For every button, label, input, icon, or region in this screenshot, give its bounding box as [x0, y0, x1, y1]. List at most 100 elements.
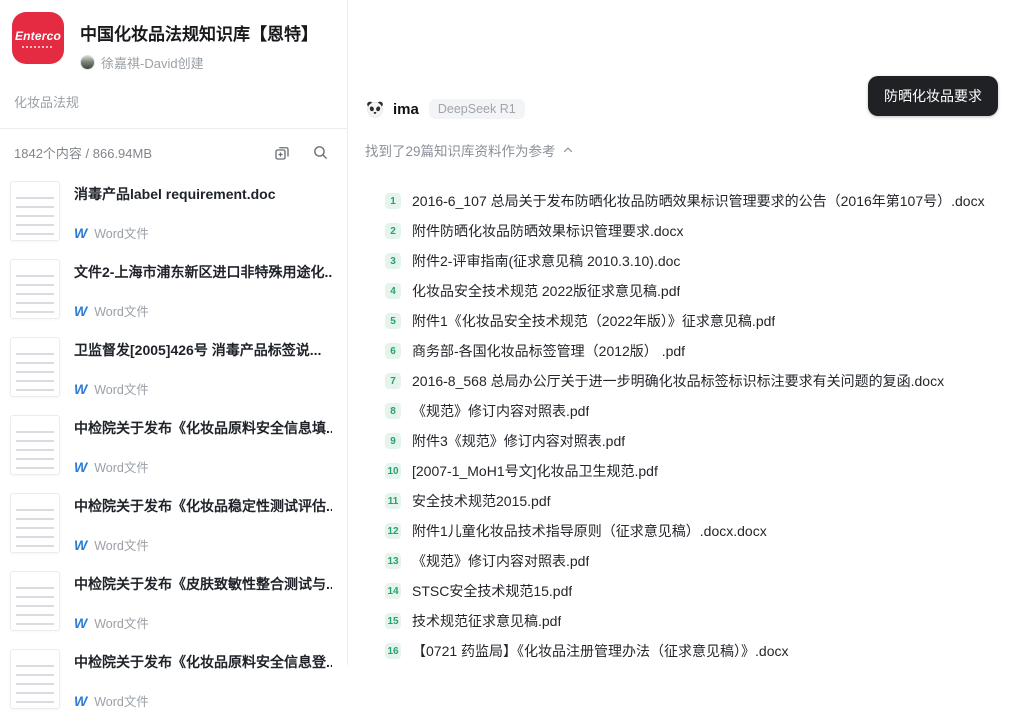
reference-title[interactable]: 2016-6_107 总局关于发布防晒化妆品防晒效果标识管理要求的公告（2016… [412, 191, 985, 211]
reference-item[interactable]: 2 附件防晒化妆品防晒效果标识管理要求.docx [385, 216, 1014, 246]
model-badge: DeepSeek R1 [429, 99, 525, 119]
reference-item[interactable]: 11 安全技术规范2015.pdf [385, 486, 1014, 516]
reference-item[interactable]: 7 2016-8_568 总局办公厅关于进一步明确化妆品标签标识标注要求有关问题… [385, 366, 1014, 396]
reference-title[interactable]: 附件2-评审指南(征求意见稿 2010.3.10).doc [412, 251, 680, 271]
word-file-icon: W [74, 459, 87, 475]
creator-avatar [80, 55, 95, 70]
reference-title[interactable]: 技术规范征求意见稿.pdf [412, 611, 561, 631]
word-file-icon: W [74, 225, 87, 241]
document-type-label: Word文件 [94, 613, 149, 632]
document-title: 中检院关于发布《化妆品稳定性测试评估... [74, 496, 332, 516]
document-type-label: Word文件 [94, 223, 149, 242]
reference-number-badge: 7 [385, 373, 401, 389]
reference-title[interactable]: 安全技术规范2015.pdf [412, 491, 551, 511]
reference-item[interactable]: 10 [2007-1_MoH1号文]化妆品卫生规范.pdf [385, 456, 1014, 486]
reference-item[interactable]: 16 【0721 药监局】《化妆品注册管理办法（征求意见稿）》.docx [385, 636, 1014, 666]
reference-title[interactable]: 附件1儿童化妆品技术指导原则（征求意见稿）.docx.docx [412, 521, 767, 541]
document-title: 卫监督发[2005]426号 消毒产品标签说... [74, 340, 332, 360]
reference-title[interactable]: 《规范》修订内容对照表.pdf [412, 551, 589, 571]
reference-number-badge: 11 [385, 493, 401, 509]
content-stats: 1842个内容 / 866.94MB [14, 143, 273, 162]
user-message-bubble[interactable]: 防晒化妆品要求 [868, 76, 998, 116]
document-list-item[interactable]: 中检院关于发布《皮肤致敏性整合测试与... W Word文件 [0, 562, 347, 640]
reference-title[interactable]: 附件防晒化妆品防晒效果标识管理要求.docx [412, 221, 683, 241]
reference-title[interactable]: 商务部-各国化妆品标签管理（2012版） .pdf [412, 341, 685, 361]
word-file-icon: W [74, 615, 87, 631]
document-list-item[interactable]: 消毒产品label requirement.doc W Word文件 [0, 172, 347, 250]
reference-number-badge: 3 [385, 253, 401, 269]
reference-item[interactable]: 4 化妆品安全技术规范 2022版征求意见稿.pdf [385, 276, 1014, 306]
reference-item[interactable]: 9 附件3《规范》修订内容对照表.pdf [385, 426, 1014, 456]
document-list: 消毒产品label requirement.doc W Word文件 文件2-上… [0, 168, 347, 718]
reference-number-badge: 13 [385, 553, 401, 569]
document-list-item[interactable]: 中检院关于发布《化妆品稳定性测试评估... W Word文件 [0, 484, 347, 562]
assistant-header: ima DeepSeek R1 [365, 99, 525, 119]
creator-row: 徐嘉祺-David创建 [80, 53, 318, 72]
reference-item[interactable]: 12 附件1儿童化妆品技术指导原则（征求意见稿）.docx.docx [385, 516, 1014, 546]
document-type-label: Word文件 [94, 301, 149, 320]
reference-number-badge: 15 [385, 613, 401, 629]
document-thumbnail [10, 493, 60, 553]
reference-title[interactable]: 化妆品安全技术规范 2022版征求意见稿.pdf [412, 281, 680, 301]
enterco-logo: Enterco [12, 12, 64, 64]
document-list-item[interactable]: 文件2-上海市浦东新区进口非特殊用途化... W Word文件 [0, 250, 347, 328]
reference-item[interactable]: 14 STSC安全技术规范15.pdf [385, 576, 1014, 606]
logo-subtext-line [22, 46, 54, 48]
creator-label: 徐嘉祺-David创建 [101, 53, 204, 72]
reference-title[interactable]: 2016-8_568 总局办公厅关于进一步明确化妆品标签标识标注要求有关问题的复… [412, 371, 944, 391]
assistant-name: ima [393, 101, 419, 118]
knowledge-base-header: Enterco 中国化妆品法规知识库【恩特】 徐嘉祺-David创建 [0, 0, 347, 72]
reference-number-badge: 12 [385, 523, 401, 539]
knowledge-base-title: 中国化妆品法规知识库【恩特】 [80, 20, 318, 45]
reference-item[interactable]: 8 《规范》修订内容对照表.pdf [385, 396, 1014, 426]
reference-number-badge: 9 [385, 433, 401, 449]
document-type-label: Word文件 [94, 535, 149, 554]
knowledge-base-sidebar: Enterco 中国化妆品法规知识库【恩特】 徐嘉祺-David创建 化妆品法规… [0, 0, 348, 665]
reference-item[interactable]: 3 附件2-评审指南(征求意见稿 2010.3.10).doc [385, 246, 1014, 276]
document-type-label: Word文件 [94, 691, 149, 710]
reference-number-badge: 1 [385, 193, 401, 209]
chevron-up-icon [562, 144, 574, 156]
references-toggle[interactable]: 找到了29篇知识库资料作为参考 [365, 140, 574, 160]
document-title: 中检院关于发布《皮肤致敏性整合测试与... [74, 574, 332, 594]
content-stats-row: 1842个内容 / 866.94MB [0, 129, 347, 168]
category-tag: 化妆品法规 [14, 92, 333, 111]
reference-number-badge: 2 [385, 223, 401, 239]
reference-item[interactable]: 6 商务部-各国化妆品标签管理（2012版） .pdf [385, 336, 1014, 366]
reference-number-badge: 10 [385, 463, 401, 479]
word-file-icon: W [74, 537, 87, 553]
reference-title[interactable]: STSC安全技术规范15.pdf [412, 581, 572, 601]
document-list-item[interactable]: 卫监督发[2005]426号 消毒产品标签说... W Word文件 [0, 328, 347, 406]
reference-number-badge: 16 [385, 643, 401, 659]
reference-item[interactable]: 13 《规范》修订内容对照表.pdf [385, 546, 1014, 576]
knowledge-base-title-block: 中国化妆品法规知识库【恩特】 徐嘉祺-David创建 [80, 12, 318, 72]
search-icon[interactable] [311, 144, 329, 162]
document-thumbnail [10, 259, 60, 319]
reference-number-badge: 8 [385, 403, 401, 419]
reference-title[interactable]: 《规范》修订内容对照表.pdf [412, 401, 589, 421]
document-list-item[interactable]: 中检院关于发布《化妆品原料安全信息填... W Word文件 [0, 406, 347, 484]
document-type-label: Word文件 [94, 457, 149, 476]
reference-number-badge: 5 [385, 313, 401, 329]
document-type-label: Word文件 [94, 379, 149, 398]
document-title: 文件2-上海市浦东新区进口非特殊用途化... [74, 262, 332, 282]
reference-title[interactable]: 【0721 药监局】《化妆品注册管理办法（征求意见稿）》.docx [412, 641, 789, 661]
reference-title[interactable]: [2007-1_MoH1号文]化妆品卫生规范.pdf [412, 461, 658, 481]
reference-title[interactable]: 附件1《化妆品安全技术规范（2022年版）》征求意见稿.pdf [412, 311, 775, 331]
word-file-icon: W [74, 693, 87, 709]
references-toggle-label: 找到了29篇知识库资料作为参考 [365, 140, 556, 160]
reference-number-badge: 4 [385, 283, 401, 299]
document-thumbnail [10, 337, 60, 397]
document-list-item[interactable]: 中检院关于发布《化妆品原料安全信息登... W Word文件 [0, 640, 347, 718]
reference-number-badge: 6 [385, 343, 401, 359]
document-thumbnail [10, 181, 60, 241]
reference-item[interactable]: 15 技术规范征求意见稿.pdf [385, 606, 1014, 636]
reference-title[interactable]: 附件3《规范》修订内容对照表.pdf [412, 431, 625, 451]
add-content-icon[interactable] [273, 144, 291, 162]
reference-item[interactable]: 5 附件1《化妆品安全技术规范（2022年版）》征求意见稿.pdf [385, 306, 1014, 336]
reference-item[interactable]: 1 2016-6_107 总局关于发布防晒化妆品防晒效果标识管理要求的公告（20… [385, 186, 1014, 216]
document-thumbnail [10, 415, 60, 475]
document-title: 中检院关于发布《化妆品原料安全信息填... [74, 418, 332, 438]
document-title: 消毒产品label requirement.doc [74, 184, 332, 204]
document-thumbnail [10, 571, 60, 631]
